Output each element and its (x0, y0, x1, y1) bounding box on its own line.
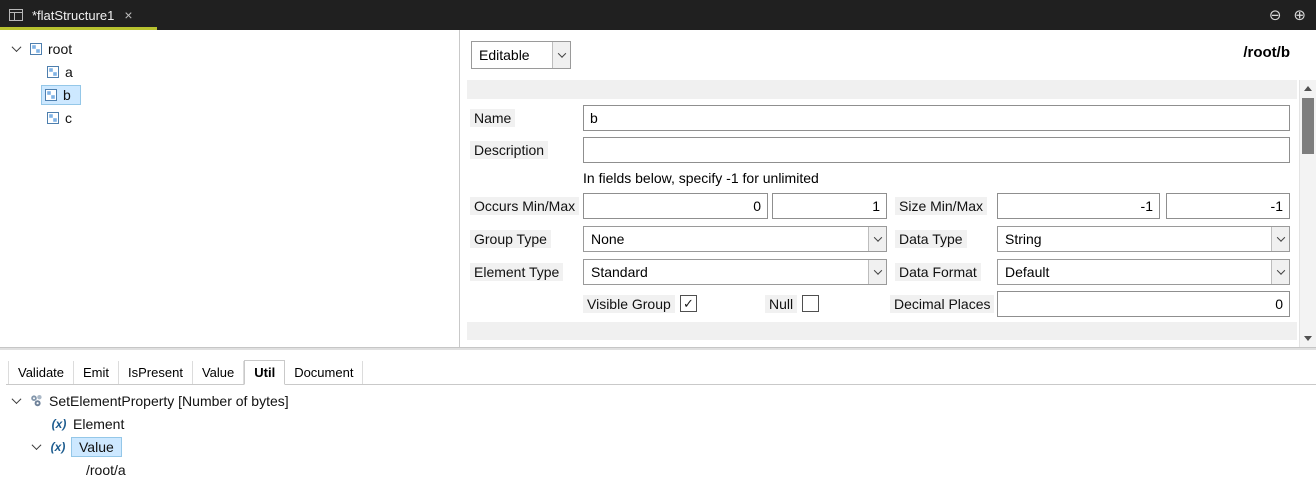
chevron-down-icon[interactable] (552, 42, 570, 68)
expression-node-element[interactable]: Element (0, 412, 1316, 435)
size-max-input[interactable] (1166, 193, 1290, 219)
element-icon (46, 111, 60, 125)
properties-panel: Editable /root/b Name Description In fie… (461, 30, 1316, 347)
data-type-value: String (998, 231, 1271, 247)
group-type-value: None (584, 231, 868, 247)
selected-node-path: /root/b (1243, 44, 1290, 61)
occurs-size-row: Occurs Min/Max Size Min/Max (461, 193, 1290, 220)
tab-emit[interactable]: Emit (74, 361, 119, 384)
checkbox-row: Visible Group Null Decimal Places (461, 291, 1290, 318)
scrollbar-thumb[interactable] (1302, 98, 1314, 154)
element-type-row: Element Type Standard Data Format Defaul… (461, 259, 1290, 286)
name-input[interactable] (583, 105, 1290, 131)
element-icon (44, 88, 58, 102)
unlimited-hint-text: In fields below, specify -1 for unlimite… (583, 170, 819, 186)
scroll-up-icon[interactable] (1300, 81, 1316, 96)
selected-tree-node: b (42, 86, 80, 104)
circle-minus-icon[interactable]: ⊖ (1269, 6, 1282, 24)
description-row: Description (461, 137, 1290, 164)
titlebar: *flatStructure1 × ⊖ ⊕ (0, 0, 1316, 30)
null-checkbox[interactable] (802, 295, 819, 312)
data-type-label: Data Type (895, 230, 967, 248)
document-tab-title: *flatStructure1 (32, 8, 114, 23)
edit-mode-value: Editable (472, 47, 552, 63)
tab-document[interactable]: Document (285, 361, 363, 384)
variable-icon (50, 417, 68, 431)
window-controls: ⊖ ⊕ (1269, 6, 1306, 24)
occurs-max-input[interactable] (772, 193, 887, 219)
size-label: Size Min/Max (895, 197, 987, 215)
group-data-type-row: Group Type None Data Type String (461, 226, 1290, 253)
tab-validate[interactable]: Validate (8, 361, 74, 384)
vertical-scrollbar[interactable] (1299, 80, 1316, 347)
scroll-down-icon[interactable] (1300, 331, 1316, 346)
expression-node-path[interactable]: /root/a (0, 458, 1316, 481)
size-min-input[interactable] (997, 193, 1160, 219)
decimal-places-input[interactable] (997, 291, 1290, 317)
tree-node-b[interactable]: b (0, 83, 459, 106)
data-format-label: Data Format (895, 263, 981, 281)
chevron-down-icon[interactable] (1271, 227, 1289, 251)
visible-group-checkbox[interactable] (680, 295, 697, 312)
app-icon (8, 7, 24, 23)
decimal-places-label: Decimal Places (890, 295, 994, 313)
expression-node-label: Element (73, 416, 124, 432)
expression-panel: Validate Emit IsPresent Value Util Docum… (0, 350, 1316, 483)
variable-icon (49, 440, 67, 454)
selected-expression-node-label: Value (72, 438, 121, 456)
tree-node-c[interactable]: c (0, 106, 459, 129)
tab-value[interactable]: Value (193, 361, 244, 384)
circle-plus-icon[interactable]: ⊕ (1293, 6, 1306, 24)
expression-tree: SetElementProperty [Number of bytes] Ele… (0, 389, 1316, 481)
element-icon (46, 65, 60, 79)
tree-node-root[interactable]: root (0, 37, 459, 60)
chevron-down-icon[interactable] (28, 439, 44, 455)
expression-tabs: Validate Emit IsPresent Value Util Docum… (6, 360, 1316, 385)
name-row: Name (461, 105, 1290, 132)
element-type-select[interactable]: Standard (583, 259, 887, 285)
data-format-select[interactable]: Default (997, 259, 1290, 285)
description-input[interactable] (583, 137, 1290, 163)
occurs-label: Occurs Min/Max (470, 197, 579, 215)
description-label: Description (470, 141, 548, 159)
chevron-down-icon[interactable] (868, 260, 886, 284)
document-tab[interactable]: *flatStructure1 × (24, 0, 145, 30)
expression-node-value[interactable]: Value (0, 435, 1316, 458)
element-type-label: Element Type (470, 263, 563, 281)
element-icon (29, 42, 43, 56)
expression-node-function[interactable]: SetElementProperty [Number of bytes] (0, 389, 1316, 412)
data-type-select[interactable]: String (997, 226, 1290, 252)
tree-node-label: c (65, 110, 72, 126)
tree-node-label: a (65, 64, 73, 80)
separator-strip (467, 80, 1297, 99)
tab-ispresent[interactable]: IsPresent (119, 361, 193, 384)
chevron-down-icon[interactable] (868, 227, 886, 251)
schema-tree-panel: root a b c (0, 30, 460, 347)
tab-util[interactable]: Util (244, 360, 285, 385)
chevron-down-icon[interactable] (8, 41, 24, 57)
tree-node-label: b (63, 87, 71, 103)
group-type-label: Group Type (470, 230, 551, 248)
name-label: Name (470, 109, 515, 127)
chevron-down-icon[interactable] (8, 393, 24, 409)
application-window: *flatStructure1 × ⊖ ⊕ root a (0, 0, 1316, 483)
expression-node-label: /root/a (86, 462, 126, 478)
close-tab-icon[interactable]: × (124, 7, 132, 23)
chevron-down-icon[interactable] (1271, 260, 1289, 284)
group-type-select[interactable]: None (583, 226, 887, 252)
element-type-value: Standard (584, 264, 868, 280)
visible-group-label: Visible Group (583, 295, 675, 313)
data-format-value: Default (998, 264, 1271, 280)
edit-mode-select[interactable]: Editable (471, 41, 571, 69)
expression-node-label: SetElementProperty [Number of bytes] (49, 393, 289, 409)
separator-strip (467, 322, 1297, 340)
tree-node-label: root (48, 41, 72, 57)
null-label: Null (765, 295, 797, 313)
function-gears-icon (29, 393, 44, 408)
tree-node-a[interactable]: a (0, 60, 459, 83)
occurs-min-input[interactable] (583, 193, 768, 219)
